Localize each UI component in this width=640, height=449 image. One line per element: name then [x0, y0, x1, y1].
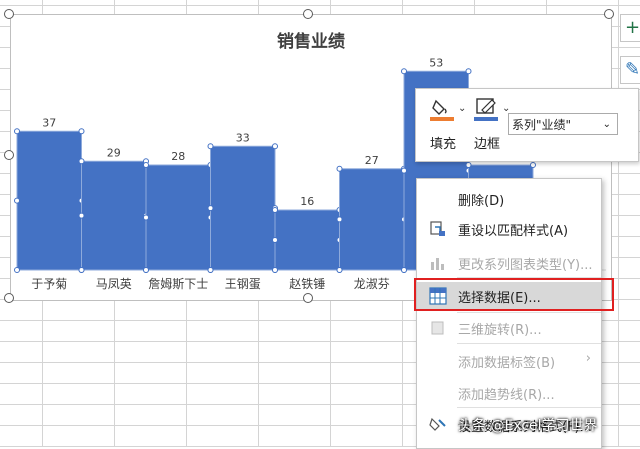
menu-item-label: 添加趋势线(R)... — [458, 388, 555, 403]
category-label-2: 詹姆斯下士 — [148, 277, 208, 291]
border-label[interactable]: 边框 — [474, 133, 500, 152]
fill-chevron-icon[interactable]: ⌄ — [458, 103, 466, 114]
bar-1-handle-0[interactable] — [78, 158, 85, 165]
highlight-box — [414, 278, 614, 311]
bar-0[interactable] — [16, 130, 82, 271]
bar-2[interactable] — [145, 164, 211, 271]
bar-5[interactable] — [339, 168, 405, 271]
bar-5-handle-0[interactable] — [336, 165, 343, 172]
chevron-right-icon: › — [585, 351, 591, 366]
chart-elements-button[interactable]: + — [620, 14, 640, 42]
data-label-0: 37 — [42, 116, 56, 129]
menu-item-label: 添加数据标签(B) — [458, 356, 556, 371]
menu-item-label: 删除(D) — [458, 194, 505, 209]
resize-handle-bottom[interactable] — [303, 293, 313, 303]
menu-item-label: 重设以匹配样式(A) — [458, 224, 569, 239]
format-toolbar: ⌄ 填充 ⌄ 边框 系列"业绩" ⌄ — [415, 88, 639, 162]
bar-3-handle-1[interactable] — [272, 143, 278, 150]
bar-2-handle-0[interactable] — [143, 162, 149, 168]
bar-2-handle-2[interactable] — [143, 267, 149, 273]
category-label-5: 龙淑芬 — [354, 277, 390, 291]
resize-handle-top[interactable] — [303, 9, 313, 19]
brush-icon: ✎ — [625, 59, 640, 80]
menu-item-reset-style[interactable]: 重设以匹配样式(A) — [417, 215, 601, 243]
chevron-down-icon: ⌄ — [602, 119, 611, 130]
bar-4-handle-4[interactable] — [272, 237, 278, 243]
category-label-4: 赵铁锤 — [289, 276, 325, 291]
bar-1-handle-4[interactable] — [78, 212, 85, 219]
resize-handle-bl[interactable] — [4, 293, 14, 303]
bar-5-handle-2[interactable] — [336, 267, 343, 273]
bar-5-handle-4[interactable] — [336, 216, 343, 223]
data-label-4: 16 — [300, 195, 314, 208]
bar-6-handle-4[interactable] — [401, 167, 407, 174]
bar-3-handle-4[interactable] — [207, 205, 214, 212]
format-icon — [429, 417, 446, 431]
category-label-0: 于予菊 — [31, 277, 67, 291]
bar-1-handle-2[interactable] — [78, 267, 85, 273]
bar-0-handle-0[interactable] — [14, 128, 20, 135]
border-pen-icon[interactable] — [474, 97, 498, 121]
bar-0-handle-1[interactable] — [78, 128, 85, 135]
fill-label[interactable]: 填充 — [430, 133, 456, 152]
menu-item-delete[interactable]: 删除(D) — [417, 185, 601, 213]
plus-icon: + — [625, 17, 640, 38]
bar-2-handle-4[interactable] — [143, 214, 149, 221]
menu-separator — [457, 407, 601, 408]
resize-handle-left[interactable] — [4, 150, 14, 160]
bar-0-handle-2[interactable] — [14, 267, 20, 273]
data-label-1: 29 — [107, 146, 121, 159]
fill-bucket-icon[interactable] — [430, 97, 454, 121]
bar-7-handle-1[interactable] — [530, 162, 536, 168]
menu-separator — [457, 343, 601, 344]
bar-6-handle-2[interactable] — [401, 267, 407, 273]
bar-7-handle-0[interactable] — [465, 162, 472, 168]
resize-handle-tl[interactable] — [4, 9, 14, 19]
series-select[interactable]: 系列"业绩" ⌄ — [508, 113, 618, 135]
data-label-3: 33 — [236, 131, 250, 144]
bar-3[interactable] — [210, 145, 276, 271]
data-label-5: 27 — [365, 154, 379, 167]
menu-item-label: 更改系列图表类型(Y)... — [458, 258, 593, 273]
category-label-3: 王钢蛋 — [225, 277, 261, 291]
data-label-2: 28 — [171, 150, 185, 163]
watermark: 头条 @Excel学习世界 — [458, 418, 598, 434]
menu-item-3d-rotation: 三维旋转(R)... — [417, 314, 601, 342]
bar-6-handle-1[interactable] — [465, 68, 472, 75]
menu-separator — [457, 312, 601, 313]
series-select-value: 系列"业绩" — [512, 118, 572, 132]
bar-1[interactable] — [81, 160, 147, 271]
bar-4[interactable] — [274, 209, 340, 271]
resize-handle-tr[interactable] — [604, 9, 614, 19]
chart-styles-button[interactable]: ✎ — [620, 56, 640, 84]
bar-3-handle-0[interactable] — [207, 143, 214, 150]
bar-3-handle-2[interactable] — [207, 267, 214, 273]
category-label-1: 马凤英 — [96, 277, 132, 291]
context-menu: 删除(D) 重设以匹配样式(A) 更改系列图表类型(Y)... 选择数据(E).… — [416, 178, 602, 449]
reset-style-icon — [430, 221, 445, 236]
bar-4-handle-0[interactable] — [272, 207, 278, 213]
menu-item-change-chart-type: 更改系列图表类型(Y)... — [417, 249, 601, 277]
bar-4-handle-2[interactable] — [272, 267, 278, 273]
menu-item-add-trendline: 添加趋势线(R)... — [417, 379, 601, 407]
rotate-3d-icon — [431, 321, 444, 335]
menu-item-label: 三维旋转(R)... — [458, 323, 542, 338]
menu-item-add-data-labels: 添加数据标签(B) › — [417, 347, 601, 375]
chart-type-icon — [431, 258, 444, 270]
bar-0-handle-4[interactable] — [14, 197, 20, 204]
data-label-6: 53 — [429, 56, 443, 69]
bar-6-handle-0[interactable] — [401, 68, 407, 75]
